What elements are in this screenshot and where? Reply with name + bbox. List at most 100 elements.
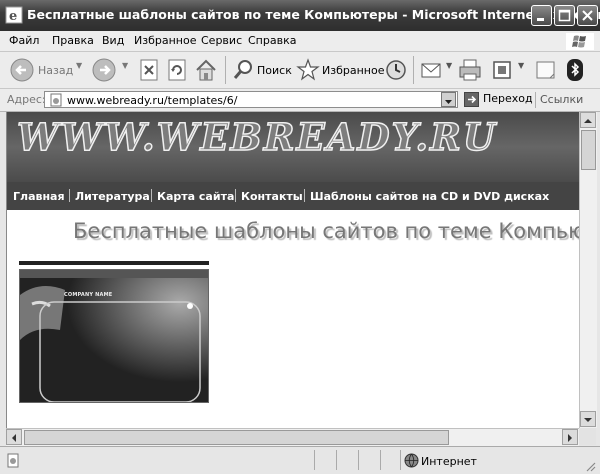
template-divider	[19, 261, 209, 265]
template-preview-image[interactable]: COMPANY NAME	[19, 269, 209, 403]
minimize-button[interactable]	[531, 5, 552, 26]
scroll-left-button[interactable]	[6, 429, 22, 445]
title-bar[interactable]: e Бесплатные шаблоны сайтов по теме Комп…	[0, 0, 600, 31]
scroll-up-button[interactable]	[580, 112, 596, 128]
menu-view[interactable]: Вид	[102, 34, 124, 47]
back-dropdown-icon[interactable]: ▼	[76, 61, 82, 70]
address-input[interactable]: www.webready.ru/templates/6/	[44, 91, 458, 108]
favorites-label[interactable]: Избранное	[322, 64, 384, 77]
close-icon	[582, 10, 593, 21]
back-icon	[10, 58, 34, 82]
address-url: www.webready.ru/templates/6/	[67, 94, 238, 107]
refresh-icon	[168, 59, 186, 81]
address-bar: Адрес: www.webready.ru/templates/6/ Пере…	[0, 89, 600, 112]
discuss-button[interactable]	[533, 55, 559, 85]
search-icon	[233, 60, 252, 79]
status-zone: Интернет	[421, 455, 477, 468]
favorites-icon	[296, 58, 320, 81]
maximize-icon	[558, 9, 571, 22]
ie-icon: e	[5, 6, 23, 24]
menu-edit[interactable]: Правка	[52, 34, 94, 47]
status-cell	[336, 450, 357, 470]
template-company-name: COMPANY NAME	[64, 292, 113, 298]
nav-separator	[304, 189, 305, 202]
scroll-right-button[interactable]	[562, 429, 578, 445]
vertical-scroll-thumb[interactable]	[581, 130, 596, 170]
address-separator	[535, 92, 536, 108]
globe-icon	[404, 453, 419, 468]
toolbar-separator	[225, 56, 226, 84]
menu-favorites[interactable]: Избранное	[134, 34, 196, 47]
status-cell	[358, 450, 379, 470]
site-nav: Главная Литература Карта сайта Контакты …	[7, 182, 580, 210]
windows-logo-icon	[566, 33, 594, 50]
go-button[interactable]	[464, 92, 479, 107]
bluetooth-button[interactable]	[564, 55, 586, 85]
page-title: Бесплатные шаблоны сайтов по теме Компью…	[73, 219, 580, 243]
scrollbar-corner	[579, 428, 596, 445]
nav-link-cd-dvd-templates[interactable]: Шаблоны сайтов на CD и DVD дисках	[310, 190, 549, 203]
forward-button[interactable]	[90, 55, 118, 85]
menu-file[interactable]: Файл	[9, 34, 39, 47]
close-button[interactable]	[577, 5, 598, 26]
mail-dropdown-icon[interactable]: ▼	[446, 61, 452, 70]
forward-dropdown-icon[interactable]: ▼	[122, 61, 128, 70]
maximize-button[interactable]	[554, 5, 575, 26]
print-button[interactable]	[457, 55, 483, 85]
menu-bar: Файл Правка Вид Избранное Сервис Справка	[0, 31, 600, 52]
forward-icon	[92, 58, 116, 82]
arrow-right-icon	[568, 434, 572, 442]
edit-dropdown-icon[interactable]: ▼	[518, 61, 524, 70]
home-icon	[196, 59, 216, 81]
status-cell	[314, 450, 335, 470]
horizontal-scroll-thumb[interactable]	[24, 430, 449, 445]
address-label: Адрес:	[7, 93, 46, 106]
nav-link-literature[interactable]: Литература	[75, 190, 150, 203]
back-button[interactable]	[8, 55, 36, 85]
resize-grip-icon[interactable]	[584, 460, 596, 472]
edit-button[interactable]	[490, 55, 516, 85]
nav-separator	[235, 189, 236, 202]
horizontal-scrollbar[interactable]	[6, 428, 579, 446]
arrow-down-icon	[584, 418, 592, 422]
nav-link-home[interactable]: Главная	[13, 190, 65, 203]
site-logo[interactable]: WWW.WEBREADY.RU	[16, 114, 497, 160]
search-button[interactable]	[231, 55, 255, 85]
back-label[interactable]: Назад	[38, 64, 73, 77]
toolbar-separator	[413, 56, 414, 84]
template-preview-art	[20, 270, 208, 402]
bluetooth-icon	[567, 59, 583, 81]
mail-button[interactable]	[419, 55, 445, 85]
arrow-left-icon	[12, 434, 16, 442]
scroll-down-button[interactable]	[580, 411, 596, 427]
nav-link-sitemap[interactable]: Карта сайта	[157, 190, 234, 203]
go-label[interactable]: Переход	[483, 92, 533, 105]
menu-help[interactable]: Справка	[248, 34, 296, 47]
refresh-button[interactable]	[166, 55, 188, 85]
standard-toolbar: Назад ▼ ▼ Поиск Избранное ▼ ▼	[0, 52, 600, 89]
browser-window: e Бесплатные шаблоны сайтов по теме Комп…	[0, 0, 600, 474]
discuss-icon	[536, 61, 555, 79]
site-banner: WWW.WEBREADY.RU	[7, 112, 580, 182]
favorites-button[interactable]	[296, 55, 320, 85]
nav-separator	[69, 189, 70, 202]
menu-tools[interactable]: Сервис	[201, 34, 242, 47]
edit-icon	[493, 61, 511, 79]
page-viewport: WWW.WEBREADY.RU Главная Литература Карта…	[6, 112, 580, 428]
mail-icon	[421, 63, 441, 78]
status-bar: Интернет	[0, 446, 600, 474]
page-icon	[50, 93, 62, 107]
history-button[interactable]	[384, 55, 408, 85]
vertical-scrollbar[interactable]	[579, 112, 597, 428]
window-title: Бесплатные шаблоны сайтов по теме Компью…	[27, 7, 600, 22]
nav-link-contacts[interactable]: Контакты	[241, 190, 303, 203]
address-dropdown-button[interactable]	[441, 92, 456, 107]
go-arrow-icon	[464, 92, 479, 107]
links-label[interactable]: Ссылки	[540, 93, 583, 106]
stop-button[interactable]	[138, 55, 160, 85]
svg-text:e: e	[9, 9, 17, 24]
stop-icon	[140, 59, 158, 81]
search-label[interactable]: Поиск	[257, 64, 292, 77]
page-icon	[7, 453, 19, 468]
home-button[interactable]	[194, 55, 218, 85]
